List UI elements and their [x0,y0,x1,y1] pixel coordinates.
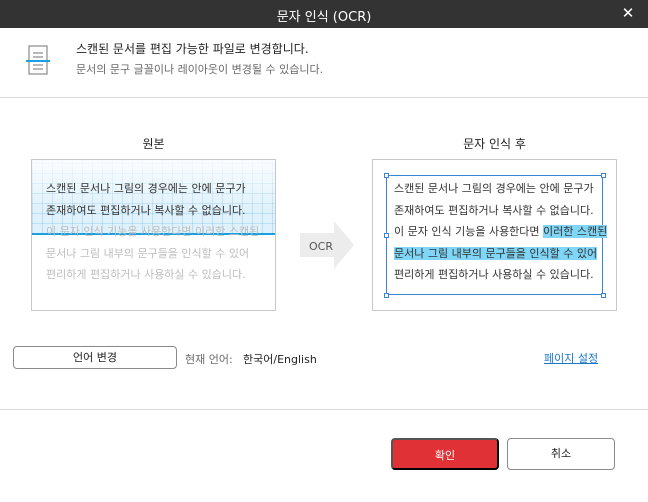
current-language-value: 한국어/English [243,353,317,366]
result-line: 편리하게 편집하거나 사용하실 수 있습니다. [394,268,594,281]
current-language-label: 현재 언어: [185,353,233,366]
header-subtitle: 문서의 문구 글꼴이나 레이아웃이 변경될 수 있습니다. [76,63,324,76]
resize-handle[interactable] [384,293,389,298]
change-language-button[interactable]: 언어 변경 [13,346,177,369]
ocr-arrow-icon: OCR [300,221,354,269]
original-line: 스캔된 문서나 그림의 경우에는 안에 문구가 [46,182,246,195]
resize-handle[interactable] [384,233,389,238]
ocr-arrow-label: OCR [309,240,333,253]
original-preview: 스캔된 문서나 그림의 경우에는 안에 문구가 존재하여도 편집하거나 복사할 … [31,159,276,311]
highlighted-text: 문서나 그림 내부의 문구들을 인식할 수 있어 [394,246,598,260]
resize-handle[interactable] [384,173,389,178]
document-scan-icon [26,45,50,75]
result-line: 문서나 그림 내부의 문구들을 인식할 수 있어 [394,243,607,265]
header-title: 스캔된 문서를 편집 가능한 파일로 변경합니다. [76,42,309,56]
result-line: 스캔된 문서나 그림의 경우에는 안에 문구가 [394,182,594,195]
original-text: 스캔된 문서나 그림의 경우에는 안에 문구가 존재하여도 편집하거나 복사할 … [46,178,259,286]
window-title: 문자 인식 (OCR) [276,10,372,25]
title-bar: 문자 인식 (OCR) ✕ [0,0,648,28]
page-settings-link[interactable]: 페이지 설정 [544,350,598,366]
result-line: 이 문자 인식 기능을 사용한다면 이러한 스캔된 [394,225,608,238]
footer-divider [0,409,648,410]
result-preview: 스캔된 문서나 그림의 경우에는 안에 문구가 존재하여도 편집하거나 복사할 … [372,159,617,311]
original-line: 존재하여도 편집하거나 복사할 수 없습니다. [46,203,246,217]
resize-handle[interactable] [601,293,606,298]
original-label: 원본 [142,137,165,151]
cancel-button[interactable]: 취소 [507,438,615,470]
result-line: 존재하여도 편집하거나 복사할 수 없습니다. [394,203,594,217]
dialog-header: 스캔된 문서를 편집 가능한 파일로 변경합니다. 문서의 문구 글꼴이나 레이… [0,28,648,98]
original-line: 이 문자 인식 기능을 사용한다면 이러한 스캔된 [46,225,260,238]
highlighted-text: 이러한 스캔된 [543,225,608,238]
original-line: 편리하게 편집하거나 사용하실 수 있습니다. [46,268,246,281]
result-text: 스캔된 문서나 그림의 경우에는 안에 문구가 존재하여도 편집하거나 복사할 … [394,178,608,286]
result-label: 문자 인식 후 [463,137,526,151]
original-line: 문서나 그림 내부의 문구들을 인식할 수 있어 [46,246,250,260]
close-icon[interactable]: ✕ [620,4,636,22]
ok-button[interactable]: 확인 [391,438,499,470]
